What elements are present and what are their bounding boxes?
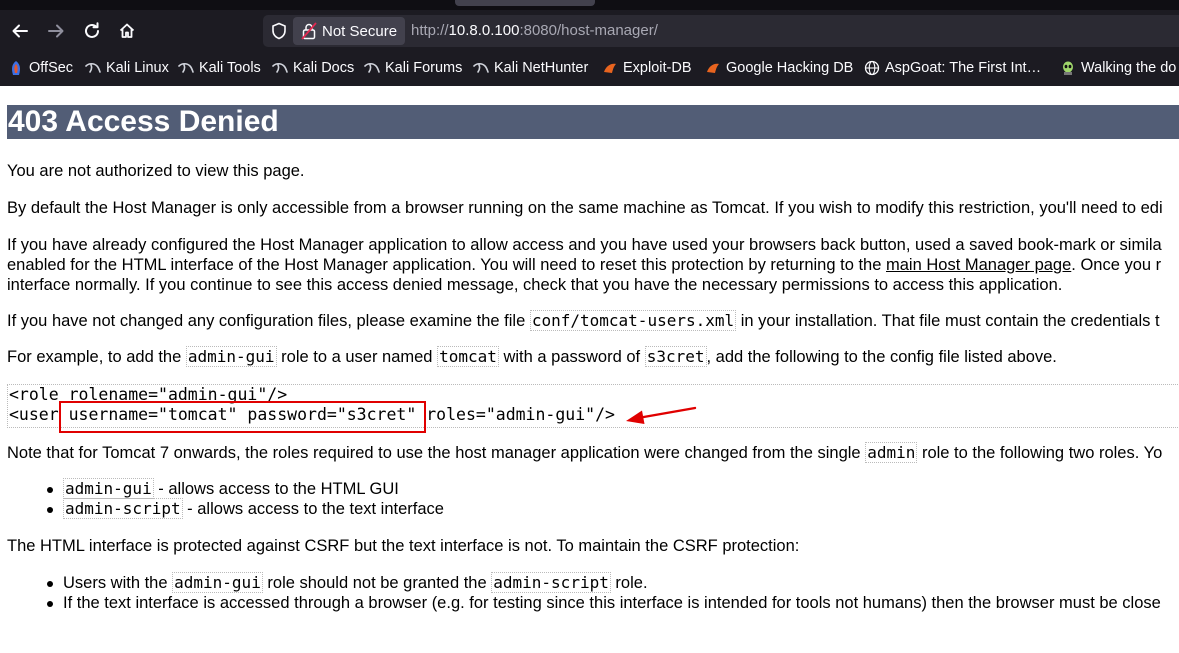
bookmark-label: OffSec (29, 60, 74, 76)
bookmark-kali-forums[interactable]: Kali Forums (364, 56, 462, 80)
offsec-icon (8, 60, 24, 76)
text-segment: role to a user named (276, 348, 438, 366)
bookmark-walking-the-dog[interactable]: Walking the do (1060, 56, 1176, 80)
text-segment: For example, to add the (7, 348, 186, 366)
bookmark-google-hacking-db[interactable]: Google Hacking DB (705, 56, 853, 80)
insecure-lock-icon (301, 21, 319, 41)
role-description: - allows access to the text interface (182, 500, 444, 518)
password-code: s3cret (644, 346, 707, 367)
paragraph-default-access: By default the Host Manager is only acce… (7, 199, 1163, 217)
exploit-db-icon (602, 60, 618, 76)
tracking-protection-shield-icon[interactable] (269, 21, 289, 41)
role-description: - allows access to the HTML GUI (153, 480, 399, 498)
navigation-toolbar: Not Secure http://10.8.0.100:8080/host-m… (0, 12, 1179, 52)
text-segment: Note that for Tomcat 7 onwards, the role… (7, 444, 866, 462)
config-file-path: conf/tomcat-users.xml (529, 310, 737, 331)
kali-dragon-icon (364, 60, 380, 76)
alien-icon (1060, 60, 1076, 76)
bookmark-label: Google Hacking DB (726, 60, 854, 76)
site-security-indicator[interactable]: Not Secure (293, 17, 405, 45)
bookmarks-toolbar: OffSec Kali Linux Kali Tools Kali Docs K… (0, 56, 1179, 80)
url-text[interactable]: http://10.8.0.100:8080/host-manager/ (411, 22, 658, 39)
url-host: 10.8.0.100 (448, 22, 520, 39)
reload-button[interactable] (77, 16, 107, 46)
role-code: admin-script (63, 498, 183, 519)
text-segment: . Once you r (1071, 256, 1162, 274)
text-segment: , add the following to the config file l… (706, 348, 1057, 366)
forward-button[interactable] (41, 16, 71, 46)
bullet (47, 581, 53, 587)
bookmark-label: Kali Forums (385, 60, 463, 76)
bookmark-label: Exploit-DB (623, 60, 692, 76)
bookmark-label: Kali Linux (106, 60, 169, 76)
text-segment: in your installation. That file must con… (736, 312, 1160, 330)
role-code: admin-script (491, 572, 611, 593)
url-path: :8080/host-manager/ (519, 22, 658, 39)
address-bar[interactable]: Not Secure http://10.8.0.100:8080/host-m… (263, 15, 1179, 47)
credentials-highlight-box (59, 401, 426, 433)
paragraph-not-authorized: You are not authorized to view this page… (7, 162, 305, 180)
text-segment: role to the following two roles. Yo (917, 444, 1163, 462)
reload-icon (85, 22, 99, 38)
bookmark-kali-linux[interactable]: Kali Linux (85, 56, 169, 80)
paragraph-example: For example, to add the admin-gui role t… (7, 346, 1057, 367)
globe-icon (864, 60, 880, 76)
paragraph-tomcat7-roles: Note that for Tomcat 7 onwards, the role… (7, 442, 1163, 463)
bookmark-kali-docs[interactable]: Kali Docs (272, 56, 354, 80)
bullet (47, 487, 53, 493)
role-code: admin-gui (172, 572, 263, 593)
bookmark-label: Walking the do (1081, 60, 1177, 76)
page-content: 403 Access Denied You are not authorized… (0, 86, 1179, 653)
bookmark-exploit-db[interactable]: Exploit-DB (602, 56, 692, 80)
bookmark-label: Kali NetHunter (494, 60, 589, 76)
page-title: 403 Access Denied (7, 105, 1179, 139)
bookmark-label: Kali Docs (293, 60, 355, 76)
home-icon (119, 23, 135, 38)
bookmark-kali-tools[interactable]: Kali Tools (178, 56, 261, 80)
admin-role-code: admin (865, 442, 918, 463)
bookmark-label: AspGoat: The First Int… (885, 60, 1042, 76)
text-segment: with a password of (498, 348, 645, 366)
kali-dragon-icon (85, 60, 101, 76)
paragraph-configured-line-2: enabled for the HTML interface of the Ho… (7, 255, 1161, 275)
browser-chrome: Not Secure http://10.8.0.100:8080/host-m… (0, 0, 1179, 86)
tab-strip (0, 0, 1179, 10)
bookmark-offsec[interactable]: OffSec (8, 56, 73, 80)
bullet (47, 601, 53, 607)
text-segment: enabled for the HTML interface of the Ho… (7, 256, 886, 274)
kali-dragon-icon (473, 60, 489, 76)
role-code: admin-gui (63, 478, 154, 499)
bookmark-label: Kali Tools (199, 60, 261, 76)
kali-dragon-icon (272, 60, 288, 76)
url-scheme: http:// (411, 22, 449, 39)
kali-dragon-icon (178, 60, 194, 76)
text-segment: If you have not changed any configuratio… (7, 312, 530, 330)
text-segment: role should not be granted the (262, 574, 492, 592)
home-button[interactable] (112, 16, 142, 46)
paragraph-csrf: The HTML interface is protected against … (7, 537, 800, 555)
bookmark-aspgoat[interactable]: AspGoat: The First Int… (864, 56, 1041, 80)
not-secure-label: Not Secure (322, 22, 398, 40)
paragraph-config-file: If you have not changed any configuratio… (7, 310, 1160, 331)
paragraph-configured-line-3: interface normally. If you continue to s… (7, 276, 1063, 294)
bullet (47, 507, 53, 513)
username-code: tomcat (437, 346, 499, 367)
back-button[interactable] (5, 16, 35, 46)
active-tab[interactable] (455, 0, 595, 6)
forward-arrow-icon (48, 24, 64, 38)
text-segment: If the text interface is accessed throug… (63, 594, 1161, 612)
annotation-arrow (626, 406, 697, 424)
text-segment: Users with the (63, 574, 173, 592)
bookmark-kali-nethunter[interactable]: Kali NetHunter (473, 56, 588, 80)
main-host-manager-link[interactable]: main Host Manager page (886, 256, 1071, 274)
text-segment: role. (610, 574, 648, 592)
back-arrow-icon (12, 24, 28, 38)
role-code: admin-gui (185, 346, 277, 367)
exploit-db-icon (705, 60, 721, 76)
paragraph-configured-line-1: If you have already configured the Host … (7, 236, 1162, 254)
